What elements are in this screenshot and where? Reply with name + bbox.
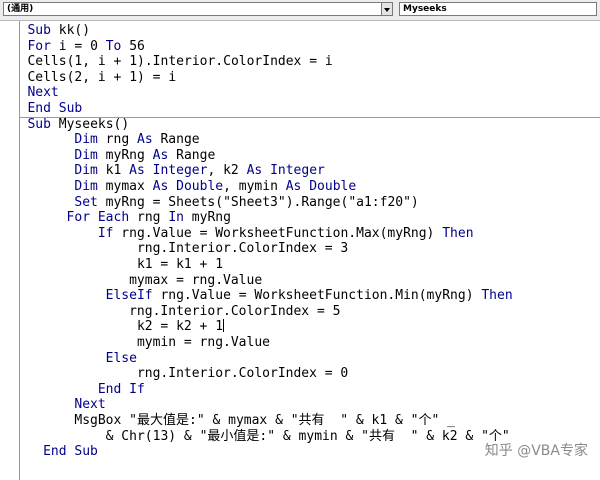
object-dropdown[interactable]: (通用) bbox=[3, 2, 393, 16]
code-line[interactable]: If rng.Value = WorksheetFunction.Max(myR… bbox=[98, 226, 474, 242]
code-line[interactable]: mymax = rng.Value bbox=[129, 273, 262, 289]
code-keyword: As Double bbox=[285, 179, 357, 194]
code-line[interactable]: Dim k1 As Integer, k2 As Integer bbox=[74, 163, 325, 179]
code-line[interactable]: Cells(2, i + 1) = i bbox=[27, 70, 176, 86]
code-keyword: Next bbox=[27, 85, 59, 101]
code-keyword: Next bbox=[74, 397, 106, 413]
code-text: Cells(1, i + 1).Interior.ColorIndex = i bbox=[27, 54, 333, 70]
code-line[interactable]: Next bbox=[74, 397, 105, 413]
code-text: rng bbox=[129, 210, 169, 226]
code-text: rng.Interior.ColorIndex = 3 bbox=[136, 241, 349, 257]
code-keyword: As bbox=[152, 147, 169, 163]
code-keyword: In bbox=[168, 210, 184, 226]
code-line[interactable]: For i = 0 To 56 bbox=[27, 39, 144, 55]
code-text: Range bbox=[168, 147, 216, 163]
code-text: 56 bbox=[121, 38, 145, 54]
code-line[interactable]: ElseIf rng.Value = WorksheetFunction.Min… bbox=[106, 288, 513, 304]
code-text: myRng bbox=[97, 147, 153, 163]
code-line[interactable]: For Each rng In myRng bbox=[67, 210, 231, 226]
code-keyword: End Sub bbox=[43, 444, 98, 460]
margin-indicator-bar bbox=[19, 21, 20, 480]
code-text: Myseeks() bbox=[50, 116, 130, 132]
code-line[interactable]: rng.Interior.ColorIndex = 0 bbox=[137, 366, 348, 382]
code-line[interactable]: mymin = rng.Value bbox=[137, 335, 270, 351]
code-keyword: End Sub bbox=[27, 101, 83, 116]
code-line[interactable]: k2 = k2 + 1 bbox=[136, 319, 225, 335]
code-keyword: Dim bbox=[74, 132, 98, 148]
code-line[interactable]: k1 = k1 + 1 bbox=[137, 257, 223, 273]
code-text: , mymin bbox=[223, 179, 286, 194]
procedure-dropdown-value: Myseeks bbox=[403, 4, 447, 14]
code-text: MsgBox "最大值是:" & mymax & "共有 " & k1 & "个… bbox=[74, 413, 455, 428]
code-text: k1 = k1 + 1 bbox=[136, 257, 224, 272]
code-text: rng.Interior.ColorIndex = 0 bbox=[136, 366, 349, 382]
code-keyword: Dim bbox=[74, 163, 98, 179]
code-text: rng.Value = WorksheetFunction.Max(myRng) bbox=[113, 225, 443, 241]
code-line[interactable]: Next bbox=[27, 85, 58, 101]
code-line[interactable]: End Sub bbox=[43, 444, 98, 460]
code-keyword: As bbox=[137, 132, 153, 148]
code-line[interactable]: Dim rng As Range bbox=[74, 132, 199, 148]
code-keyword: Then bbox=[442, 225, 474, 241]
code-keyword: Dim bbox=[74, 179, 98, 194]
code-keyword: For bbox=[27, 38, 51, 54]
code-keyword: For Each bbox=[66, 210, 130, 226]
code-line[interactable]: Sub Myseeks() bbox=[27, 117, 129, 133]
code-keyword: If bbox=[97, 225, 114, 241]
code-text: k2 = k2 + 1 bbox=[136, 319, 224, 335]
code-text: rng.Interior.ColorIndex = 5 bbox=[129, 303, 341, 319]
code-text: Cells(2, i + 1) = i bbox=[27, 69, 177, 85]
code-line[interactable]: & Chr(13) & "最小值是:" & mymin & "共有 " & k2… bbox=[106, 429, 510, 445]
code-keyword: Then bbox=[481, 288, 513, 304]
code-text: mymax = rng.Value bbox=[129, 272, 263, 288]
watermark: 知乎 @VBA专家 bbox=[484, 443, 588, 459]
code-line[interactable]: Dim myRng As Range bbox=[74, 148, 215, 164]
code-keyword: Dim bbox=[74, 147, 98, 163]
code-keyword: As Integer bbox=[129, 163, 208, 179]
code-line[interactable]: Set myRng = Sheets("Sheet3").Range("a1:f… bbox=[74, 195, 418, 211]
code-line[interactable]: End Sub bbox=[27, 101, 82, 117]
code-text: mymin = rng.Value bbox=[136, 335, 270, 350]
code-keyword: As Double bbox=[152, 179, 224, 194]
code-text: k1 bbox=[97, 163, 130, 179]
code-text: Range bbox=[152, 132, 200, 148]
text-cursor bbox=[223, 319, 225, 333]
code-line[interactable]: Sub kk() bbox=[27, 23, 90, 39]
code-keyword: As Integer bbox=[246, 163, 325, 179]
code-keyword: ElseIf bbox=[105, 288, 153, 304]
code-keyword: Sub bbox=[27, 23, 51, 38]
code-keyword: Else bbox=[105, 350, 137, 366]
code-keyword: End If bbox=[97, 381, 145, 397]
code-line[interactable]: Cells(1, i + 1).Interior.ColorIndex = i bbox=[27, 54, 332, 70]
code-text: rng bbox=[97, 132, 137, 148]
chevron-down-icon[interactable] bbox=[381, 2, 393, 16]
object-dropdown-value: (通用) bbox=[7, 4, 34, 14]
procedure-dropdown[interactable]: Myseeks bbox=[399, 2, 597, 16]
code-text: i = 0 bbox=[50, 38, 106, 54]
code-line[interactable]: End If bbox=[98, 382, 145, 398]
code-text: & Chr(13) & "最小值是:" & mymin & "共有 " & k2… bbox=[105, 428, 510, 444]
code-window-toolbar: (通用) Myseeks bbox=[0, 0, 600, 21]
code-line[interactable]: rng.Interior.ColorIndex = 5 bbox=[129, 304, 340, 320]
code-line[interactable]: Dim mymax As Double, mymin As Double bbox=[74, 179, 356, 195]
code-keyword: Sub bbox=[27, 116, 51, 132]
code-text: , k2 bbox=[207, 163, 247, 179]
code-keyword: To bbox=[105, 38, 122, 54]
code-editor[interactable]: Sub kk() For i = 0 To 56 Cells(1, i + 1).I… bbox=[0, 21, 600, 480]
code-keyword: Set bbox=[74, 194, 98, 210]
code-line[interactable]: MsgBox "最大值是:" & mymax & "共有 " & k1 & "个… bbox=[74, 413, 455, 429]
code-line[interactable]: Else bbox=[106, 351, 137, 367]
code-text: myRng = Sheets("Sheet3").Range("a1:f20") bbox=[97, 194, 419, 210]
code-text: kk() bbox=[50, 23, 91, 38]
code-line[interactable]: rng.Interior.ColorIndex = 3 bbox=[137, 241, 348, 257]
code-text: mymax bbox=[97, 179, 153, 194]
code-text: rng.Value = WorksheetFunction.Min(myRng) bbox=[152, 288, 482, 304]
code-text: myRng bbox=[183, 210, 231, 226]
